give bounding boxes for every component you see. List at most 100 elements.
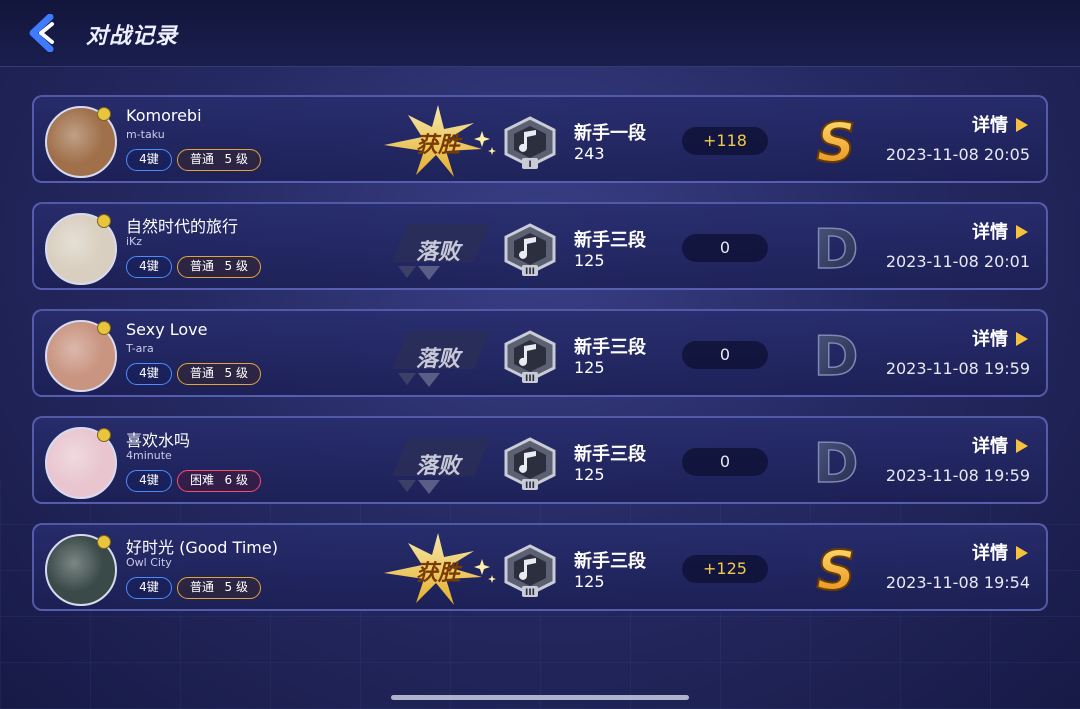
svg-text:III: III <box>525 588 535 598</box>
song-artist: iKz <box>126 235 143 248</box>
detail-button[interactable]: 详情 <box>972 539 1028 565</box>
rank-name: 新手三段 <box>574 444 646 465</box>
svg-text:III: III <box>525 267 535 277</box>
difficulty-badge: 普通 5 级 <box>177 577 261 599</box>
battle-record-card[interactable]: Komorebi m-taku 4键 普通 5 级 获胜 I 新手一段 243 … <box>32 95 1048 183</box>
rank-score: 125 <box>574 251 605 270</box>
difficulty-level: 5 级 <box>224 366 248 380</box>
detail-label: 详情 <box>972 436 1008 457</box>
play-triangle-icon <box>1016 546 1028 560</box>
rank-medal-icon: I <box>500 116 560 170</box>
rank-name: 新手一段 <box>574 123 646 144</box>
svg-text:S: S <box>817 111 856 171</box>
grade-d-icon: D <box>806 431 866 496</box>
record-timestamp: 2023-11-08 20:01 <box>885 252 1030 271</box>
svg-text:D: D <box>814 325 859 385</box>
rank-name: 新手三段 <box>574 230 646 251</box>
rank-medal-icon: III <box>500 544 560 598</box>
lose-result-mark: 落败 <box>378 317 498 393</box>
battle-record-list: Komorebi m-taku 4键 普通 5 级 获胜 I 新手一段 243 … <box>32 95 1048 630</box>
score-change: 0 <box>682 448 768 476</box>
record-timestamp: 2023-11-08 19:54 <box>885 573 1030 592</box>
detail-label: 详情 <box>972 115 1008 136</box>
difficulty-badge: 普通 5 级 <box>177 149 261 171</box>
play-triangle-icon <box>1016 332 1028 346</box>
record-timestamp: 2023-11-08 19:59 <box>885 466 1030 485</box>
result-label: 落败 <box>415 347 460 372</box>
back-chevron-icon[interactable] <box>26 13 62 53</box>
battle-record-card[interactable]: 自然时代的旅行 iKz 4键 普通 5 级 落败 III 新手三段 125 0 … <box>32 202 1048 290</box>
svg-text:D: D <box>814 218 859 278</box>
record-timestamp: 2023-11-08 19:59 <box>885 359 1030 378</box>
rank-score: 125 <box>574 572 605 591</box>
lose-result-mark: 落败 <box>378 424 498 500</box>
battle-record-card[interactable]: 喜欢水吗 4minute 4键 困难 6 级 落败 III 新手三段 125 0… <box>32 416 1048 504</box>
rank-medal-icon: III <box>500 330 560 384</box>
player-level-badge <box>97 214 111 228</box>
svg-text:D: D <box>814 432 859 492</box>
song-title: Komorebi <box>126 106 202 125</box>
page-title: 对战记录 <box>86 24 179 49</box>
difficulty-label: 普通 <box>190 152 215 166</box>
result-label: 获胜 <box>415 561 460 586</box>
detail-label: 详情 <box>972 329 1008 350</box>
svg-text:III: III <box>525 481 535 491</box>
home-indicator[interactable] <box>391 695 689 700</box>
key-mode-badge: 4键 <box>126 470 172 492</box>
difficulty-badge: 困难 6 级 <box>177 470 261 492</box>
detail-label: 详情 <box>972 222 1008 243</box>
lose-result-mark: 落败 <box>378 210 498 286</box>
record-timestamp: 2023-11-08 20:05 <box>885 145 1030 164</box>
key-mode-badge: 4键 <box>126 256 172 278</box>
score-change: +125 <box>682 555 768 583</box>
score-change: +118 <box>682 127 768 155</box>
grade-d-icon: D <box>806 217 866 282</box>
rank-score: 125 <box>574 358 605 377</box>
battle-record-card[interactable]: Sexy Love T-ara 4键 普通 5 级 落败 III 新手三段 12… <box>32 309 1048 397</box>
difficulty-badge: 普通 5 级 <box>177 363 261 385</box>
detail-button[interactable]: 详情 <box>972 218 1028 244</box>
svg-text:I: I <box>528 160 531 170</box>
result-label: 获胜 <box>415 133 460 158</box>
grade-d-icon: D <box>806 324 866 389</box>
score-change: 0 <box>682 234 768 262</box>
difficulty-label: 困难 <box>190 473 215 487</box>
rank-score: 125 <box>574 465 605 484</box>
detail-button[interactable]: 详情 <box>972 111 1028 137</box>
song-artist: m-taku <box>126 128 165 141</box>
play-triangle-icon <box>1016 225 1028 239</box>
detail-button[interactable]: 详情 <box>972 432 1028 458</box>
difficulty-level: 6 级 <box>224 473 248 487</box>
player-level-badge <box>97 428 111 442</box>
rank-medal-icon: III <box>500 437 560 491</box>
play-triangle-icon <box>1016 439 1028 453</box>
difficulty-label: 普通 <box>190 580 215 594</box>
rank-name: 新手三段 <box>574 337 646 358</box>
difficulty-label: 普通 <box>190 259 215 273</box>
play-triangle-icon <box>1016 118 1028 132</box>
difficulty-level: 5 级 <box>224 259 248 273</box>
win-result-mark: 获胜 <box>378 103 498 179</box>
rank-score: 243 <box>574 144 605 163</box>
song-title: 自然时代的旅行 <box>126 217 239 236</box>
song-artist: T-ara <box>126 342 154 355</box>
song-title: Sexy Love <box>126 320 208 339</box>
score-change: 0 <box>682 341 768 369</box>
battle-record-card[interactable]: 好时光 (Good Time) Owl City 4键 普通 5 级 获胜 II… <box>32 523 1048 611</box>
detail-label: 详情 <box>972 543 1008 564</box>
svg-text:S: S <box>817 539 856 599</box>
song-artist: Owl City <box>126 556 172 569</box>
difficulty-label: 普通 <box>190 366 215 380</box>
song-title: 喜欢水吗 <box>126 431 191 450</box>
detail-button[interactable]: 详情 <box>972 325 1028 351</box>
player-level-badge <box>97 321 111 335</box>
result-label: 落败 <box>415 454 460 479</box>
difficulty-level: 5 级 <box>224 152 248 166</box>
top-bar: 对战记录 <box>0 0 1080 67</box>
key-mode-badge: 4键 <box>126 577 172 599</box>
player-level-badge <box>97 535 111 549</box>
result-label: 落败 <box>415 240 460 265</box>
song-artist: 4minute <box>126 449 172 462</box>
player-level-badge <box>97 107 111 121</box>
rank-name: 新手三段 <box>574 551 646 572</box>
